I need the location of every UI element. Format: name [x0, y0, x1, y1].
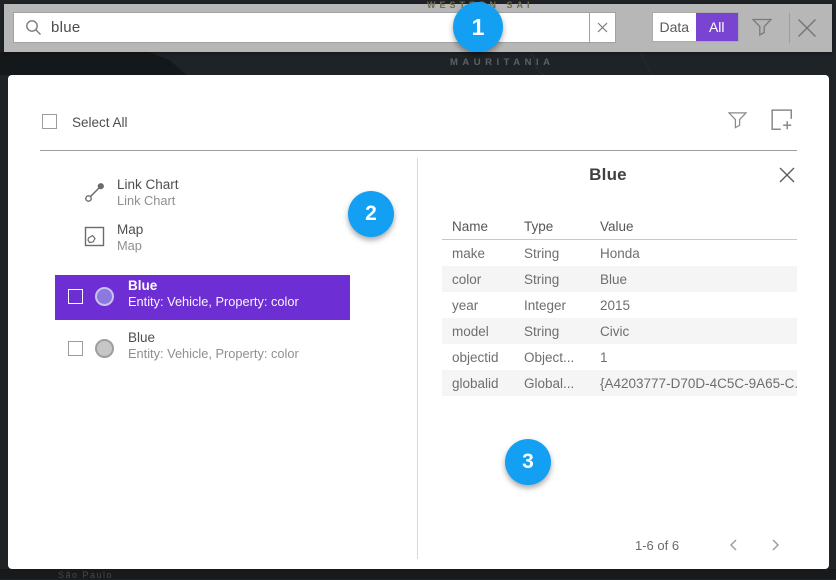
select-all-label: Select All	[72, 115, 128, 130]
detail-close-icon[interactable]	[778, 166, 796, 184]
search-toolbar: Data All	[4, 4, 832, 52]
scope-data-button[interactable]: Data	[653, 13, 696, 41]
item-checkbox[interactable]	[68, 341, 83, 356]
map-label-mauritania: MAURITANIA	[450, 57, 554, 68]
table-row: year Integer 2015	[442, 292, 797, 318]
list-item-subtitle: Link Chart	[117, 193, 179, 209]
callout-badge-1: 1	[453, 2, 503, 52]
list-item-subtitle: Map	[117, 238, 143, 254]
prev-page-button[interactable]	[722, 533, 746, 557]
search-icon	[25, 19, 42, 36]
close-icon[interactable]	[796, 17, 818, 39]
link-chart-icon	[84, 181, 106, 203]
toolbar-divider	[789, 13, 790, 43]
column-header-name: Name	[452, 219, 524, 234]
item-checkbox[interactable]	[68, 289, 83, 304]
list-detail-divider	[417, 158, 418, 559]
search-results-panel: Select All Link Chart Link Chart	[8, 75, 829, 569]
list-item-subtitle: Entity: Vehicle, Property: color	[128, 294, 299, 310]
table-row: objectid Object... 1	[442, 344, 797, 370]
list-item-title: Blue	[128, 330, 299, 346]
scope-toggle: Data All	[652, 12, 739, 42]
column-header-value: Value	[600, 219, 797, 234]
search-box[interactable]	[13, 12, 616, 43]
list-item-title: Link Chart	[117, 177, 179, 193]
search-input[interactable]	[51, 19, 589, 36]
table-row: make String Honda	[442, 240, 797, 266]
map-landmass-bottom	[0, 569, 836, 579]
select-all-checkbox[interactable]	[42, 114, 57, 129]
callout-badge-3: 3	[505, 439, 551, 485]
list-item-title: Blue	[128, 278, 299, 294]
pagination-label: 1-6 of 6	[635, 538, 679, 553]
filter-icon[interactable]	[752, 18, 772, 36]
add-to-new-icon[interactable]	[771, 109, 793, 131]
scope-all-button[interactable]: All	[696, 13, 739, 41]
list-item-blue-selected[interactable]: Blue Entity: Vehicle, Property: color	[55, 275, 350, 320]
table-header-row: Name Type Value	[442, 214, 797, 240]
table-row: model String Civic	[442, 318, 797, 344]
detail-title: Blue	[428, 165, 788, 185]
entity-node-icon	[95, 287, 114, 306]
map-icon	[84, 226, 105, 247]
list-item-blue[interactable]: Blue Entity: Vehicle, Property: color	[55, 327, 350, 372]
panel-header-divider	[40, 150, 797, 151]
results-filter-icon[interactable]	[728, 111, 747, 129]
map-border-lines	[0, 52, 836, 75]
clear-search-button[interactable]	[589, 13, 615, 42]
list-item-subtitle: Entity: Vehicle, Property: color	[128, 346, 299, 362]
entity-node-icon	[95, 339, 114, 358]
column-header-type: Type	[524, 219, 600, 234]
attribute-table: Name Type Value make String Honda color …	[442, 214, 797, 396]
table-row: globalid Global... {A4203777-D70D-4C5C-9…	[442, 370, 797, 396]
list-item-title: Map	[117, 222, 143, 238]
table-row: color String Blue	[442, 266, 797, 292]
next-page-button[interactable]	[763, 533, 787, 557]
callout-badge-2: 2	[348, 191, 394, 237]
